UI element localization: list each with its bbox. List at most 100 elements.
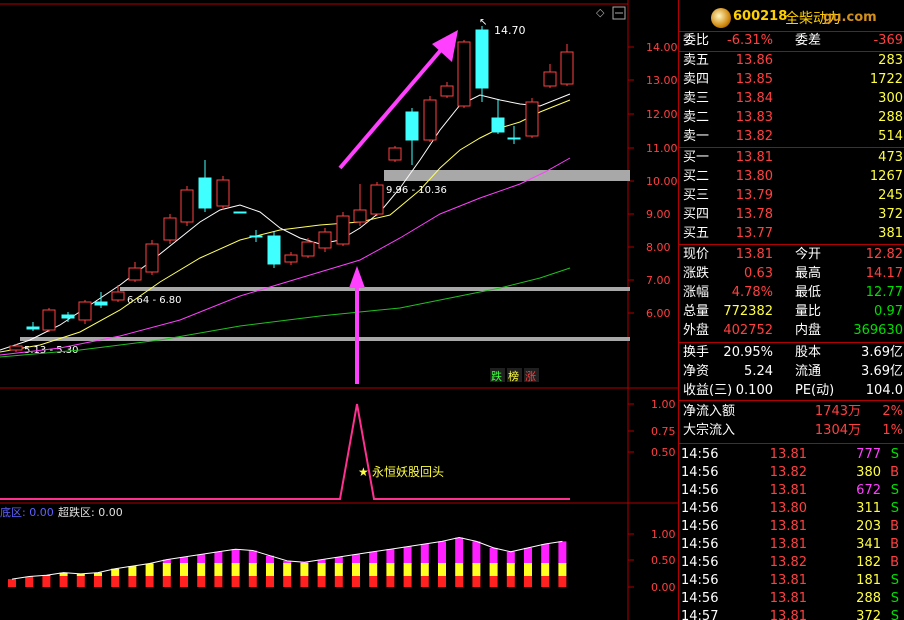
tick-row: 14:56 13.82 182 B bbox=[679, 554, 904, 572]
tag-rank[interactable]: 榜 bbox=[508, 369, 519, 383]
tick-price: 13.80 bbox=[769, 501, 807, 516]
stat-value: 0.63 bbox=[744, 266, 773, 281]
sub-axis-0: 0.00 bbox=[651, 581, 676, 594]
tick-price: 13.81 bbox=[769, 591, 807, 606]
sub-bar bbox=[197, 554, 206, 587]
stock-code: 600218 bbox=[733, 9, 788, 24]
ask-volume: 1722 bbox=[869, 72, 903, 87]
stat-label: 换手 bbox=[683, 345, 710, 360]
sub-bar bbox=[506, 551, 515, 587]
stat-row: 现价 13.81 今开 12.82 bbox=[679, 246, 904, 264]
sub-bar bbox=[438, 541, 446, 587]
flow-label: 大宗流入 bbox=[683, 423, 736, 438]
tick-volume: 311 bbox=[856, 501, 881, 516]
candle bbox=[145, 240, 159, 275]
candle bbox=[78, 300, 92, 324]
candlestick-group bbox=[9, 26, 574, 352]
stat-label: 内盘 bbox=[795, 323, 822, 338]
flow-label: 净流入额 bbox=[683, 404, 736, 419]
tick-side: S bbox=[890, 573, 899, 588]
price-tick: 6.00 bbox=[646, 307, 671, 320]
signal-line bbox=[0, 403, 570, 500]
candle bbox=[525, 98, 539, 138]
ask-price: 13.86 bbox=[735, 53, 773, 68]
logo-icon bbox=[711, 8, 731, 28]
candle bbox=[249, 230, 263, 242]
flow-pct: 1% bbox=[882, 423, 903, 438]
tick-time: 14:56 bbox=[681, 465, 719, 480]
bid-label: 买三 bbox=[683, 188, 710, 203]
tick-time: 14:56 bbox=[681, 447, 719, 462]
flow-row: 大宗流入 1304万 1% bbox=[679, 422, 904, 440]
rank-tags[interactable]: 跌 榜 涨 bbox=[490, 368, 539, 383]
tick-side: S bbox=[890, 591, 899, 606]
signal-arrow-icon bbox=[349, 266, 365, 384]
bid-volume: 372 bbox=[878, 207, 903, 222]
candle bbox=[267, 232, 281, 268]
stat-label: 外盘 bbox=[683, 323, 710, 338]
bid-price: 13.81 bbox=[735, 150, 773, 165]
price-tick: 8.00 bbox=[646, 241, 671, 254]
zone-bar-high bbox=[384, 170, 630, 181]
tag-rise[interactable]: 涨 bbox=[525, 370, 536, 383]
stat-row: 总量 772382 量比 0.97 bbox=[679, 303, 904, 321]
price-tick: 11.00 bbox=[646, 142, 678, 155]
stat-row: 净资 5.24 流通 3.69亿 bbox=[679, 363, 904, 381]
tick-row: 14:56 13.81 181 S bbox=[679, 572, 904, 590]
tick-price: 13.81 bbox=[769, 447, 807, 462]
sub-bar bbox=[334, 557, 343, 587]
tick-volume: 203 bbox=[856, 519, 881, 534]
tick-price: 13.82 bbox=[769, 555, 807, 570]
tick-volume: 372 bbox=[856, 609, 881, 620]
signal-axis-1: 1.00 bbox=[651, 398, 676, 411]
tick-volume: 672 bbox=[856, 483, 881, 498]
tick-side: B bbox=[890, 555, 899, 570]
candle bbox=[370, 182, 384, 216]
candle bbox=[353, 184, 367, 226]
bid-price: 13.78 bbox=[735, 207, 773, 222]
tick-row: 14:56 13.81 288 S bbox=[679, 590, 904, 608]
tick-volume: 777 bbox=[856, 447, 881, 462]
tick-time: 14:56 bbox=[681, 501, 719, 516]
diamond-icon[interactable]: ◇ bbox=[596, 6, 605, 19]
ask-price: 13.84 bbox=[735, 91, 773, 106]
stat-label: 净资 bbox=[683, 364, 710, 379]
zone-label-mid: 6.64 - 6.80 bbox=[127, 295, 182, 306]
candle bbox=[388, 146, 402, 162]
candle bbox=[163, 214, 177, 244]
sub-bar bbox=[386, 549, 395, 587]
stat-label: 涨幅 bbox=[683, 285, 710, 300]
stock-terminal: ◇ 14.00 13.00 12.00 11.00 10.00 9.00 8.00 7.00 6… bbox=[0, 0, 904, 620]
ask-label: 卖五 bbox=[683, 53, 710, 68]
sub-bar bbox=[266, 555, 274, 587]
flow-pct: 2% bbox=[882, 404, 903, 419]
candle bbox=[336, 212, 350, 246]
tag-fall[interactable]: 跌 bbox=[491, 369, 502, 383]
ask-volume: 288 bbox=[878, 110, 903, 125]
stat-label: 总量 bbox=[683, 304, 710, 319]
stat-row: 收益(三) 0.100 PE(动) 104.0 bbox=[679, 382, 904, 400]
tick-time: 14:56 bbox=[681, 519, 719, 534]
sub-bar bbox=[489, 547, 498, 587]
bid-label: 买一 bbox=[683, 150, 710, 165]
tick-time: 14:56 bbox=[681, 483, 719, 498]
candle bbox=[198, 160, 212, 212]
price-tick: 10.00 bbox=[646, 175, 678, 188]
tick-row: 14:56 13.81 341 B bbox=[679, 536, 904, 554]
candle bbox=[560, 44, 574, 86]
tick-volume: 380 bbox=[856, 465, 881, 480]
candle bbox=[26, 322, 40, 331]
price-tick: 9.00 bbox=[646, 208, 671, 221]
tick-price: 13.82 bbox=[769, 465, 807, 480]
tick-price: 13.81 bbox=[769, 537, 807, 552]
bid-row: 买一 13.81 473 bbox=[679, 149, 904, 167]
sub-bar bbox=[317, 559, 326, 587]
ask-row: 卖四 13.85 1722 bbox=[679, 71, 904, 89]
zone-bar-mid bbox=[120, 287, 630, 291]
stat-value: 402752 bbox=[723, 323, 773, 338]
sub-indicator-bars bbox=[8, 537, 567, 587]
candle bbox=[491, 100, 505, 134]
stat-value: 369630 bbox=[853, 323, 903, 338]
tick-time: 14:56 bbox=[681, 537, 719, 552]
kline-chart[interactable]: ◇ 14.00 13.00 12.00 11.00 10.00 9.00 8.00 7.00 6… bbox=[0, 0, 678, 620]
